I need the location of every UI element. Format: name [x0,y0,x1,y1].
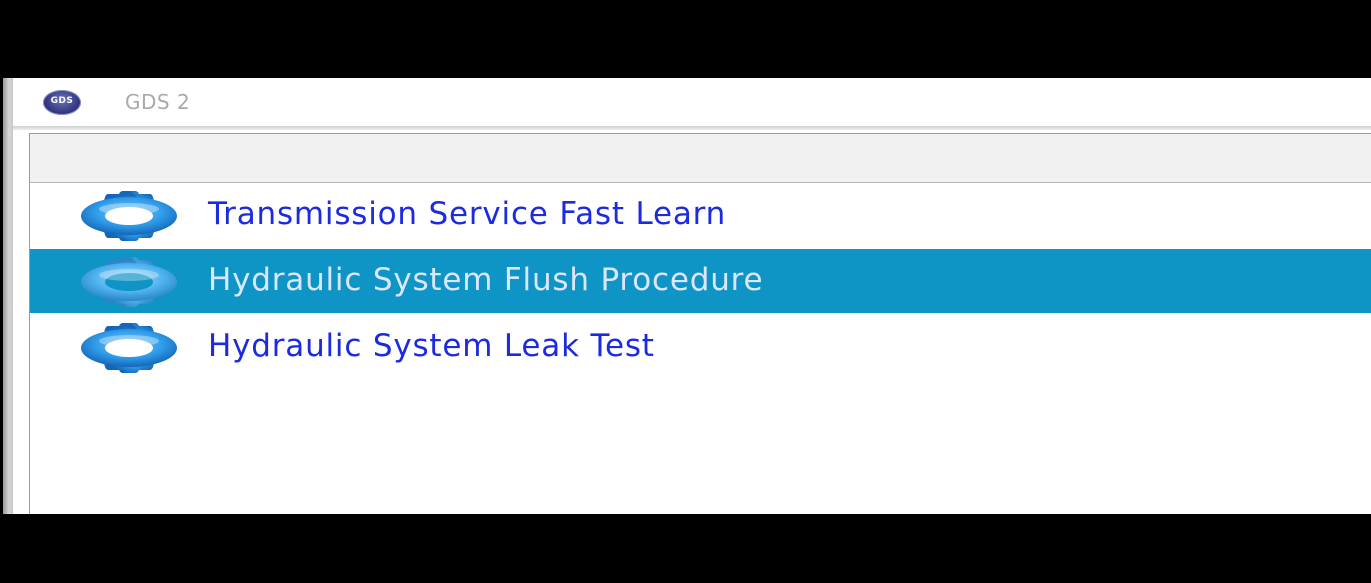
title-divider [13,126,1371,130]
screen-frame: GDS GDS 2 Transmission Service Fast Lear… [0,0,1371,583]
list-item-label: Hydraulic System Leak Test [208,328,655,364]
window-left-edge [3,78,13,514]
gear-icon [81,191,177,241]
logo-text: GDS [50,96,74,106]
list-item[interactable]: Transmission Service Fast Learn [30,183,1371,247]
app-window: GDS GDS 2 Transmission Service Fast Lear… [3,78,1371,514]
window-title: GDS 2 [125,90,191,114]
toolbar [29,133,1371,183]
list-item-selected[interactable]: Hydraulic System Flush Procedure [30,249,1371,313]
list-item-label: Hydraulic System Flush Procedure [208,262,764,298]
procedure-list: Transmission Service Fast Learn Hydrauli… [29,183,1371,514]
title-bar[interactable]: GDS GDS 2 [13,78,1371,126]
gds-logo-icon: GDS [43,90,81,115]
gear-icon [81,257,177,307]
list-item-label: Transmission Service Fast Learn [208,196,727,232]
gear-icon [81,323,177,373]
list-item[interactable]: Hydraulic System Leak Test [30,315,1371,379]
